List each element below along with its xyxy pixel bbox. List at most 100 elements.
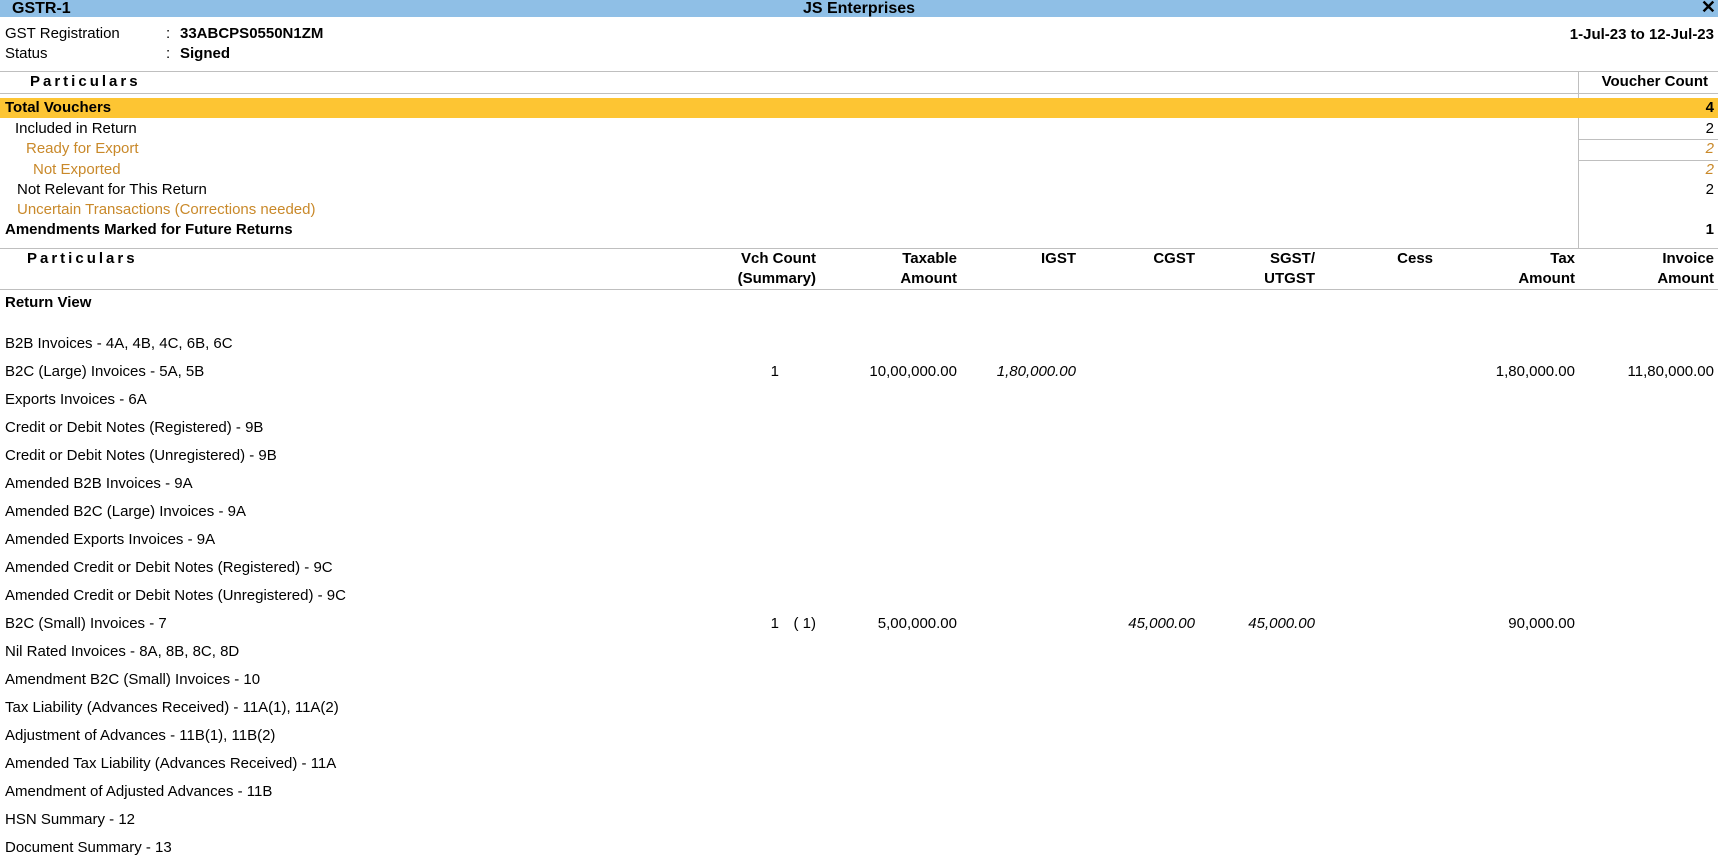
summary-count: 4 (1705, 99, 1714, 116)
cess-column-header: Cess (1397, 249, 1433, 269)
table-row[interactable]: Nil Rated Invoices - 8A, 8B, 8C, 8D (0, 640, 1718, 664)
sgst-cell: 45,000.00 (1248, 615, 1315, 632)
gst-colon: : (166, 25, 171, 42)
taxable-amount-cell: 5,00,000.00 (877, 615, 957, 632)
table-row[interactable]: Document Summary - 13 (0, 836, 1718, 860)
status-colon: : (166, 45, 171, 62)
header-line: SGST/ (1269, 250, 1315, 267)
table-row[interactable]: HSN Summary - 12 (0, 808, 1718, 832)
summary-label: Uncertain Transactions (Corrections need… (17, 201, 316, 218)
company-name: JS Enterprises (802, 0, 916, 17)
table-row[interactable]: Adjustment of Advances - 11B(1), 11B(2) (0, 724, 1718, 748)
header-line: CGST (1153, 250, 1195, 267)
row-label: Exports Invoices - 6A (5, 391, 147, 408)
row-label: B2C (Small) Invoices - 7 (5, 615, 167, 632)
row-label: Amendment of Adjusted Advances - 11B (5, 783, 273, 800)
status-value: Signed (180, 45, 231, 62)
table-row[interactable]: Amendment of Adjusted Advances - 11B (0, 780, 1718, 804)
gst-registration-label: GST Registration (5, 25, 120, 42)
row-label: Nil Rated Invoices - 8A, 8B, 8C, 8D (5, 643, 240, 660)
header-line: Amount (1518, 270, 1575, 287)
summary-count: 2 (1705, 120, 1714, 137)
row-label: Credit or Debit Notes (Registered) - 9B (5, 419, 264, 436)
invoice-amount-column-header: Invoice Amount (1657, 249, 1714, 289)
header-line: Taxable (902, 250, 957, 267)
report-name: GSTR-1 (12, 0, 71, 17)
close-icon[interactable]: ✕ (1701, 0, 1716, 16)
header-line: (Summary) (737, 270, 816, 287)
summary-label: Amendments Marked for Future Returns (5, 221, 293, 238)
summary-label: Total Vouchers (5, 99, 112, 116)
table-row[interactable]: Amended Credit or Debit Notes (Registere… (0, 556, 1718, 580)
divider (0, 289, 1718, 290)
vch-count-cell: 1 (770, 615, 779, 632)
table-row[interactable]: B2C (Small) Invoices - 7 1 ( 1) 5,00,000.00… (0, 612, 1718, 636)
table-row[interactable]: Credit or Debit Notes (Registered) - 9B (0, 416, 1718, 440)
table-row[interactable]: B2C (Large) Invoices - 5A, 5B 1 10,00,000.… (0, 360, 1718, 384)
cgst-cell: 45,000.00 (1128, 615, 1195, 632)
row-label: Amended B2C (Large) Invoices - 9A (5, 503, 246, 520)
table-row[interactable]: B2B Invoices - 4A, 4B, 4C, 6B, 6C (0, 332, 1718, 356)
table-row[interactable]: Amended B2B Invoices - 9A (0, 472, 1718, 496)
voucher-count-header: Voucher Count (1601, 73, 1708, 90)
vch-summary-cell: ( 1) (793, 615, 817, 632)
summary-label: Not Exported (33, 161, 121, 178)
header-line: IGST (1040, 250, 1076, 267)
table-row[interactable]: Amendment B2C (Small) Invoices - 10 (0, 668, 1718, 692)
row-label: Document Summary - 13 (5, 839, 172, 856)
particulars-column-header: Particulars (27, 250, 138, 267)
tax-amount-column-header: Tax Amount (1518, 249, 1575, 289)
header-line: Amount (900, 270, 957, 287)
header-line: Tax (1550, 250, 1575, 267)
tax-amount-cell: 90,000.00 (1508, 615, 1575, 632)
table-row[interactable]: Exports Invoices - 6A (0, 388, 1718, 412)
header-line: Invoice (1662, 250, 1714, 267)
taxable-amount-cell: 10,00,000.00 (869, 363, 957, 380)
summary-count: 2 (1705, 181, 1714, 198)
divider (0, 93, 1718, 94)
table-row[interactable]: Amended Tax Liability (Advances Received… (0, 752, 1718, 776)
row-label: HSN Summary - 12 (5, 811, 136, 828)
vch-count-column-header: Vch Count (Summary) (738, 249, 816, 289)
taxable-amount-column-header: Taxable Amount (900, 249, 957, 289)
row-label: Adjustment of Advances - 11B(1), 11B(2) (5, 727, 276, 744)
row-label: Amended B2B Invoices - 9A (5, 475, 193, 492)
row-label: B2C (Large) Invoices - 5A, 5B (5, 363, 205, 380)
summary-particulars-header: Particulars (30, 73, 141, 90)
invoice-amount-cell: 11,80,000.00 (1627, 363, 1714, 380)
vch-count-cell: 1 (770, 363, 779, 380)
summary-row-included[interactable]: Included in Return 2 (0, 119, 1718, 139)
status-label: Status (5, 45, 48, 62)
table-row[interactable]: Tax Liability (Advances Received) - 11A(… (0, 696, 1718, 720)
table-row[interactable]: Credit or Debit Notes (Unregistered) - 9… (0, 444, 1718, 468)
row-label: Amended Credit or Debit Notes (Registere… (5, 559, 333, 576)
summary-row-not-exported[interactable]: Not Exported 2 (0, 160, 1718, 180)
summary-row-amendments[interactable]: Amendments Marked for Future Returns 1 (0, 220, 1718, 240)
summary-count: 2 (1705, 161, 1714, 178)
summary-label: Not Relevant for This Return (17, 181, 207, 198)
gst-registration-value[interactable]: 33ABCPS0550N1ZM (180, 25, 323, 42)
return-view-title: Return View (5, 294, 92, 311)
sgst-utgst-column-header: SGST/ UTGST (1264, 249, 1315, 289)
summary-row-uncertain[interactable]: Uncertain Transactions (Corrections need… (0, 200, 1718, 220)
summary-row-not-relevant[interactable]: Not Relevant for This Return 2 (0, 180, 1718, 200)
divider (0, 71, 1718, 72)
summary-label: Ready for Export (26, 140, 139, 157)
header-line: UTGST (1264, 270, 1315, 287)
cgst-column-header: CGST (1153, 249, 1195, 269)
table-row[interactable]: Amended B2C (Large) Invoices - 9A (0, 500, 1718, 524)
table-row[interactable]: Amended Exports Invoices - 9A (0, 528, 1718, 552)
row-label: Credit or Debit Notes (Unregistered) - 9… (5, 447, 277, 464)
period-range[interactable]: 1-Jul-23 to 12-Jul-23 (1570, 26, 1714, 43)
header-line: Vch Count (741, 250, 816, 267)
summary-row-total-vouchers[interactable]: Total Vouchers 4 (0, 98, 1718, 118)
igst-cell: 1,80,000.00 (996, 363, 1076, 380)
row-label: Amendment B2C (Small) Invoices - 10 (5, 671, 261, 688)
title-bar: GSTR-1 JS Enterprises ✕ (0, 0, 1718, 17)
header-line: Cess (1397, 250, 1433, 267)
summary-count: 1 (1705, 221, 1714, 238)
table-row[interactable]: Amended Credit or Debit Notes (Unregiste… (0, 584, 1718, 608)
divider (0, 248, 1718, 249)
summary-row-ready-for-export[interactable]: Ready for Export 2 (0, 139, 1718, 159)
row-label: Amended Tax Liability (Advances Received… (5, 755, 337, 772)
